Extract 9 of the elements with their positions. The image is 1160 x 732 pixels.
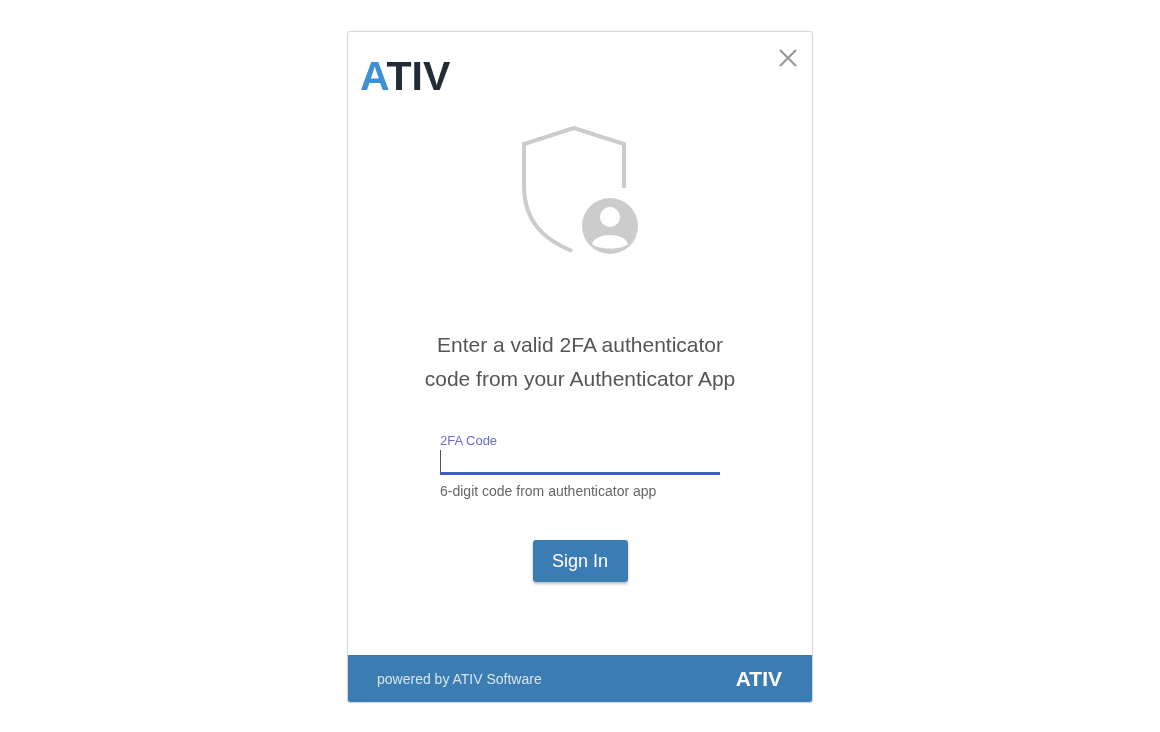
footer-logo: ATIV xyxy=(735,666,782,691)
helper-text: 6-digit code from authenticator app xyxy=(440,483,658,499)
footer-text: powered by ATIV Software xyxy=(377,670,542,687)
brand-logo: ATIV xyxy=(360,54,451,98)
close-icon[interactable] xyxy=(778,48,798,68)
code-input-field[interactable] xyxy=(440,450,720,475)
sign-in-button[interactable]: Sign In xyxy=(532,540,628,582)
instruction-text: Enter a valid 2FA authenticator code from your Authenticator App xyxy=(424,332,736,392)
field-label: 2FA Code xyxy=(440,432,499,450)
